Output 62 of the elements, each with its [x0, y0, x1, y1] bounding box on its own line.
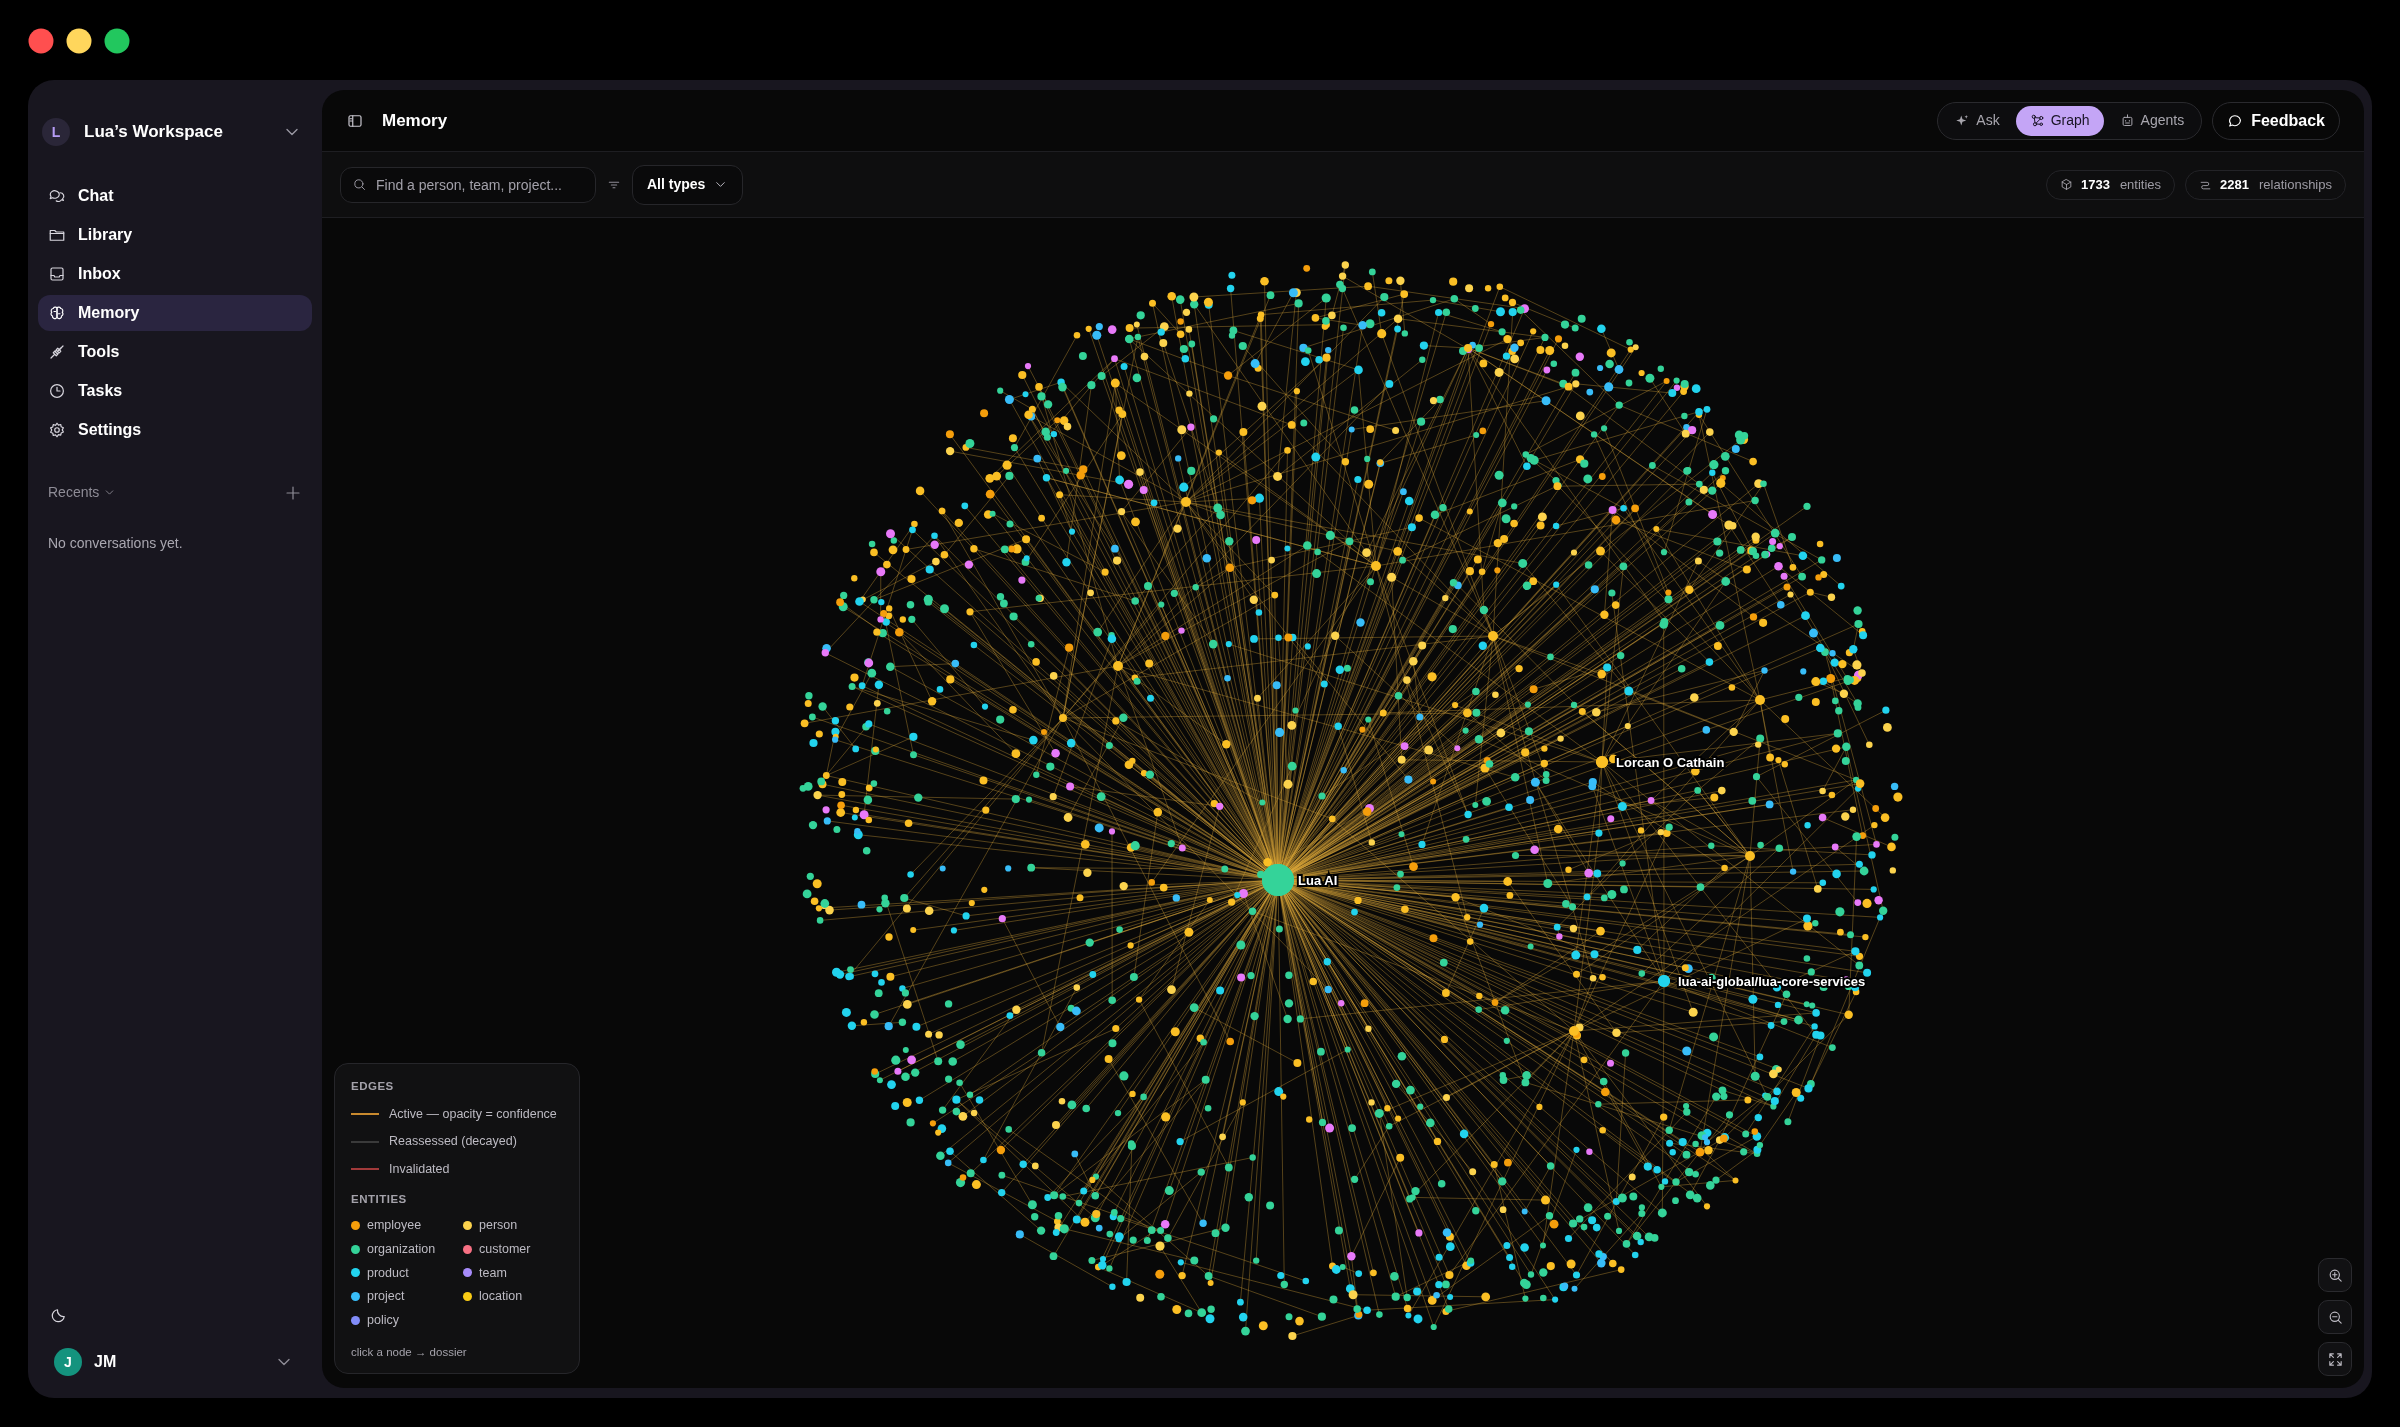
legend-label: project [367, 1288, 405, 1306]
legend-label: person [479, 1217, 518, 1234]
user-avatar: J [54, 1348, 82, 1376]
legend-label: customer [479, 1240, 531, 1258]
zoom-in-button[interactable] [2318, 1258, 2352, 1292]
fit-view-button[interactable] [2318, 1342, 2352, 1376]
chat-bubbles-icon [48, 187, 66, 205]
legend-label: team [479, 1264, 507, 1282]
moon-icon[interactable] [50, 1306, 68, 1324]
inbox-icon [48, 265, 66, 283]
workspace-avatar: L [42, 118, 70, 146]
nav-item[interactable]: Library [38, 217, 312, 253]
expand-arrows-icon [2326, 1350, 2344, 1368]
user-name: JM [94, 1352, 118, 1372]
legend-label: employee [367, 1217, 422, 1234]
labeled-node[interactable] [1596, 756, 1608, 768]
nav-item[interactable]: Inbox [38, 256, 312, 292]
empty-recents-text: No conversations yet. [47, 534, 184, 553]
legend-hint: click a node → dossier [351, 1344, 468, 1360]
graph-nodes-icon [2029, 113, 2045, 128]
type-filter-dropdown[interactable]: All types [632, 164, 744, 205]
labeled-node[interactable] [1658, 975, 1670, 987]
workspace-name: Lua’s Workspace [84, 121, 224, 144]
page-title: Memory [382, 109, 449, 132]
labeled-node[interactable] [1262, 864, 1294, 896]
node-label: Lua AI [1298, 873, 1338, 888]
cube-icon [2059, 178, 2073, 191]
view-tab[interactable]: Graph [2015, 105, 2104, 136]
maximize-window-icon[interactable] [104, 28, 130, 54]
legend-label: location [479, 1288, 523, 1306]
node-label: Lorcan O Cathain [1616, 755, 1725, 770]
search-icon [352, 177, 367, 192]
network-graph-drawing[interactable] [799, 261, 1903, 1341]
nav-item[interactable]: Chat [38, 178, 312, 214]
view-tab[interactable]: Agents [2105, 105, 2199, 136]
legend-label: organization [367, 1240, 436, 1258]
legend-label: product [367, 1264, 409, 1282]
clock-icon [48, 382, 66, 400]
nav-item[interactable]: Tasks [38, 373, 312, 409]
sparkle-icon [1955, 113, 1971, 128]
nav-item[interactable]: Memory [38, 295, 312, 331]
nav-item[interactable]: Settings [38, 412, 312, 448]
minimize-window-icon[interactable] [66, 28, 92, 54]
zoom-out-button[interactable] [2318, 1300, 2352, 1334]
brain-icon [48, 304, 66, 322]
view-tab[interactable]: Ask [1941, 105, 2014, 136]
settings-icon [48, 421, 66, 439]
nav-item[interactable]: Tools [38, 334, 312, 370]
plug-icon [48, 343, 66, 361]
recents-toggle[interactable]: Recents [48, 482, 117, 503]
legend-label: Invalidated [389, 1161, 450, 1178]
close-window-icon[interactable] [28, 28, 54, 54]
user-menu[interactable]: J JM [38, 1342, 312, 1382]
legend-heading: EDGES [351, 1079, 395, 1095]
legend-label: policy [367, 1312, 399, 1329]
search-field[interactable]: Find a person, team, project... [340, 166, 596, 203]
speech-bubble-icon [2227, 112, 2244, 129]
workspace-switcher[interactable]: L Lua’s Workspace [38, 106, 312, 158]
robot-icon [2119, 113, 2135, 128]
legend-heading: ENTITIES [351, 1191, 408, 1207]
legend-label: Reassessed (decayed) [389, 1133, 517, 1151]
legend-label: Active — opacity = confidence [389, 1105, 557, 1123]
